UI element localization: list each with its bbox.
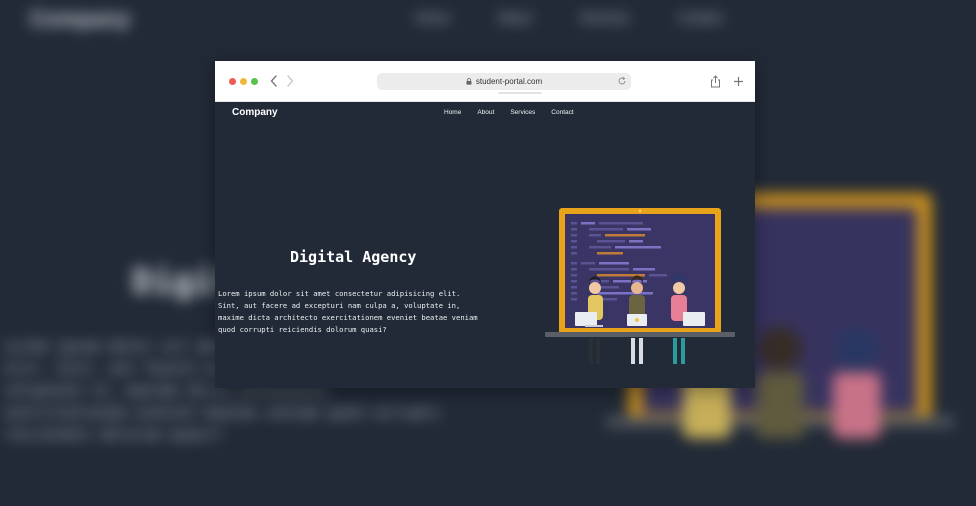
page-load-indicator <box>498 92 542 94</box>
back-arrow-icon[interactable] <box>269 72 279 90</box>
minimize-window-button[interactable] <box>240 78 247 85</box>
browser-window: student-portal.com Company Home About Se… <box>215 61 755 388</box>
reload-icon[interactable] <box>617 76 627 86</box>
site-nav: Home About Services Contact <box>444 109 590 116</box>
hero-title: Digital Agency <box>290 248 417 266</box>
url-text: student-portal.com <box>475 77 543 86</box>
hero-text: Lorem ipsum dolor sit amet consectetur a… <box>218 289 478 334</box>
close-window-button[interactable] <box>229 78 236 85</box>
bg-nav-home: Home <box>415 10 450 25</box>
bg-nav: Home About Services Contact <box>415 10 722 25</box>
site-logo[interactable]: Company <box>232 107 278 118</box>
new-tab-icon[interactable] <box>732 72 744 90</box>
lock-icon <box>466 78 472 85</box>
bg-nav-contact: Contact <box>677 10 723 25</box>
nav-services[interactable]: Services <box>510 109 535 116</box>
bg-nav-about: About <box>497 10 532 25</box>
share-icon[interactable] <box>709 72 721 90</box>
nav-home[interactable]: Home <box>444 109 461 116</box>
nav-about[interactable]: About <box>477 109 494 116</box>
nav-contact[interactable]: Contact <box>551 109 573 116</box>
developers-illustration <box>545 208 735 364</box>
website-viewport: Company Home About Services Contact Digi… <box>215 102 755 388</box>
address-bar[interactable]: student-portal.com <box>377 73 631 90</box>
browser-toolbar: student-portal.com <box>215 61 755 102</box>
forward-arrow-icon[interactable] <box>285 72 295 90</box>
desk <box>545 332 735 337</box>
maximize-window-button[interactable] <box>251 78 258 85</box>
bg-nav-services: Services <box>579 10 630 25</box>
bg-logo: Company <box>30 6 131 31</box>
